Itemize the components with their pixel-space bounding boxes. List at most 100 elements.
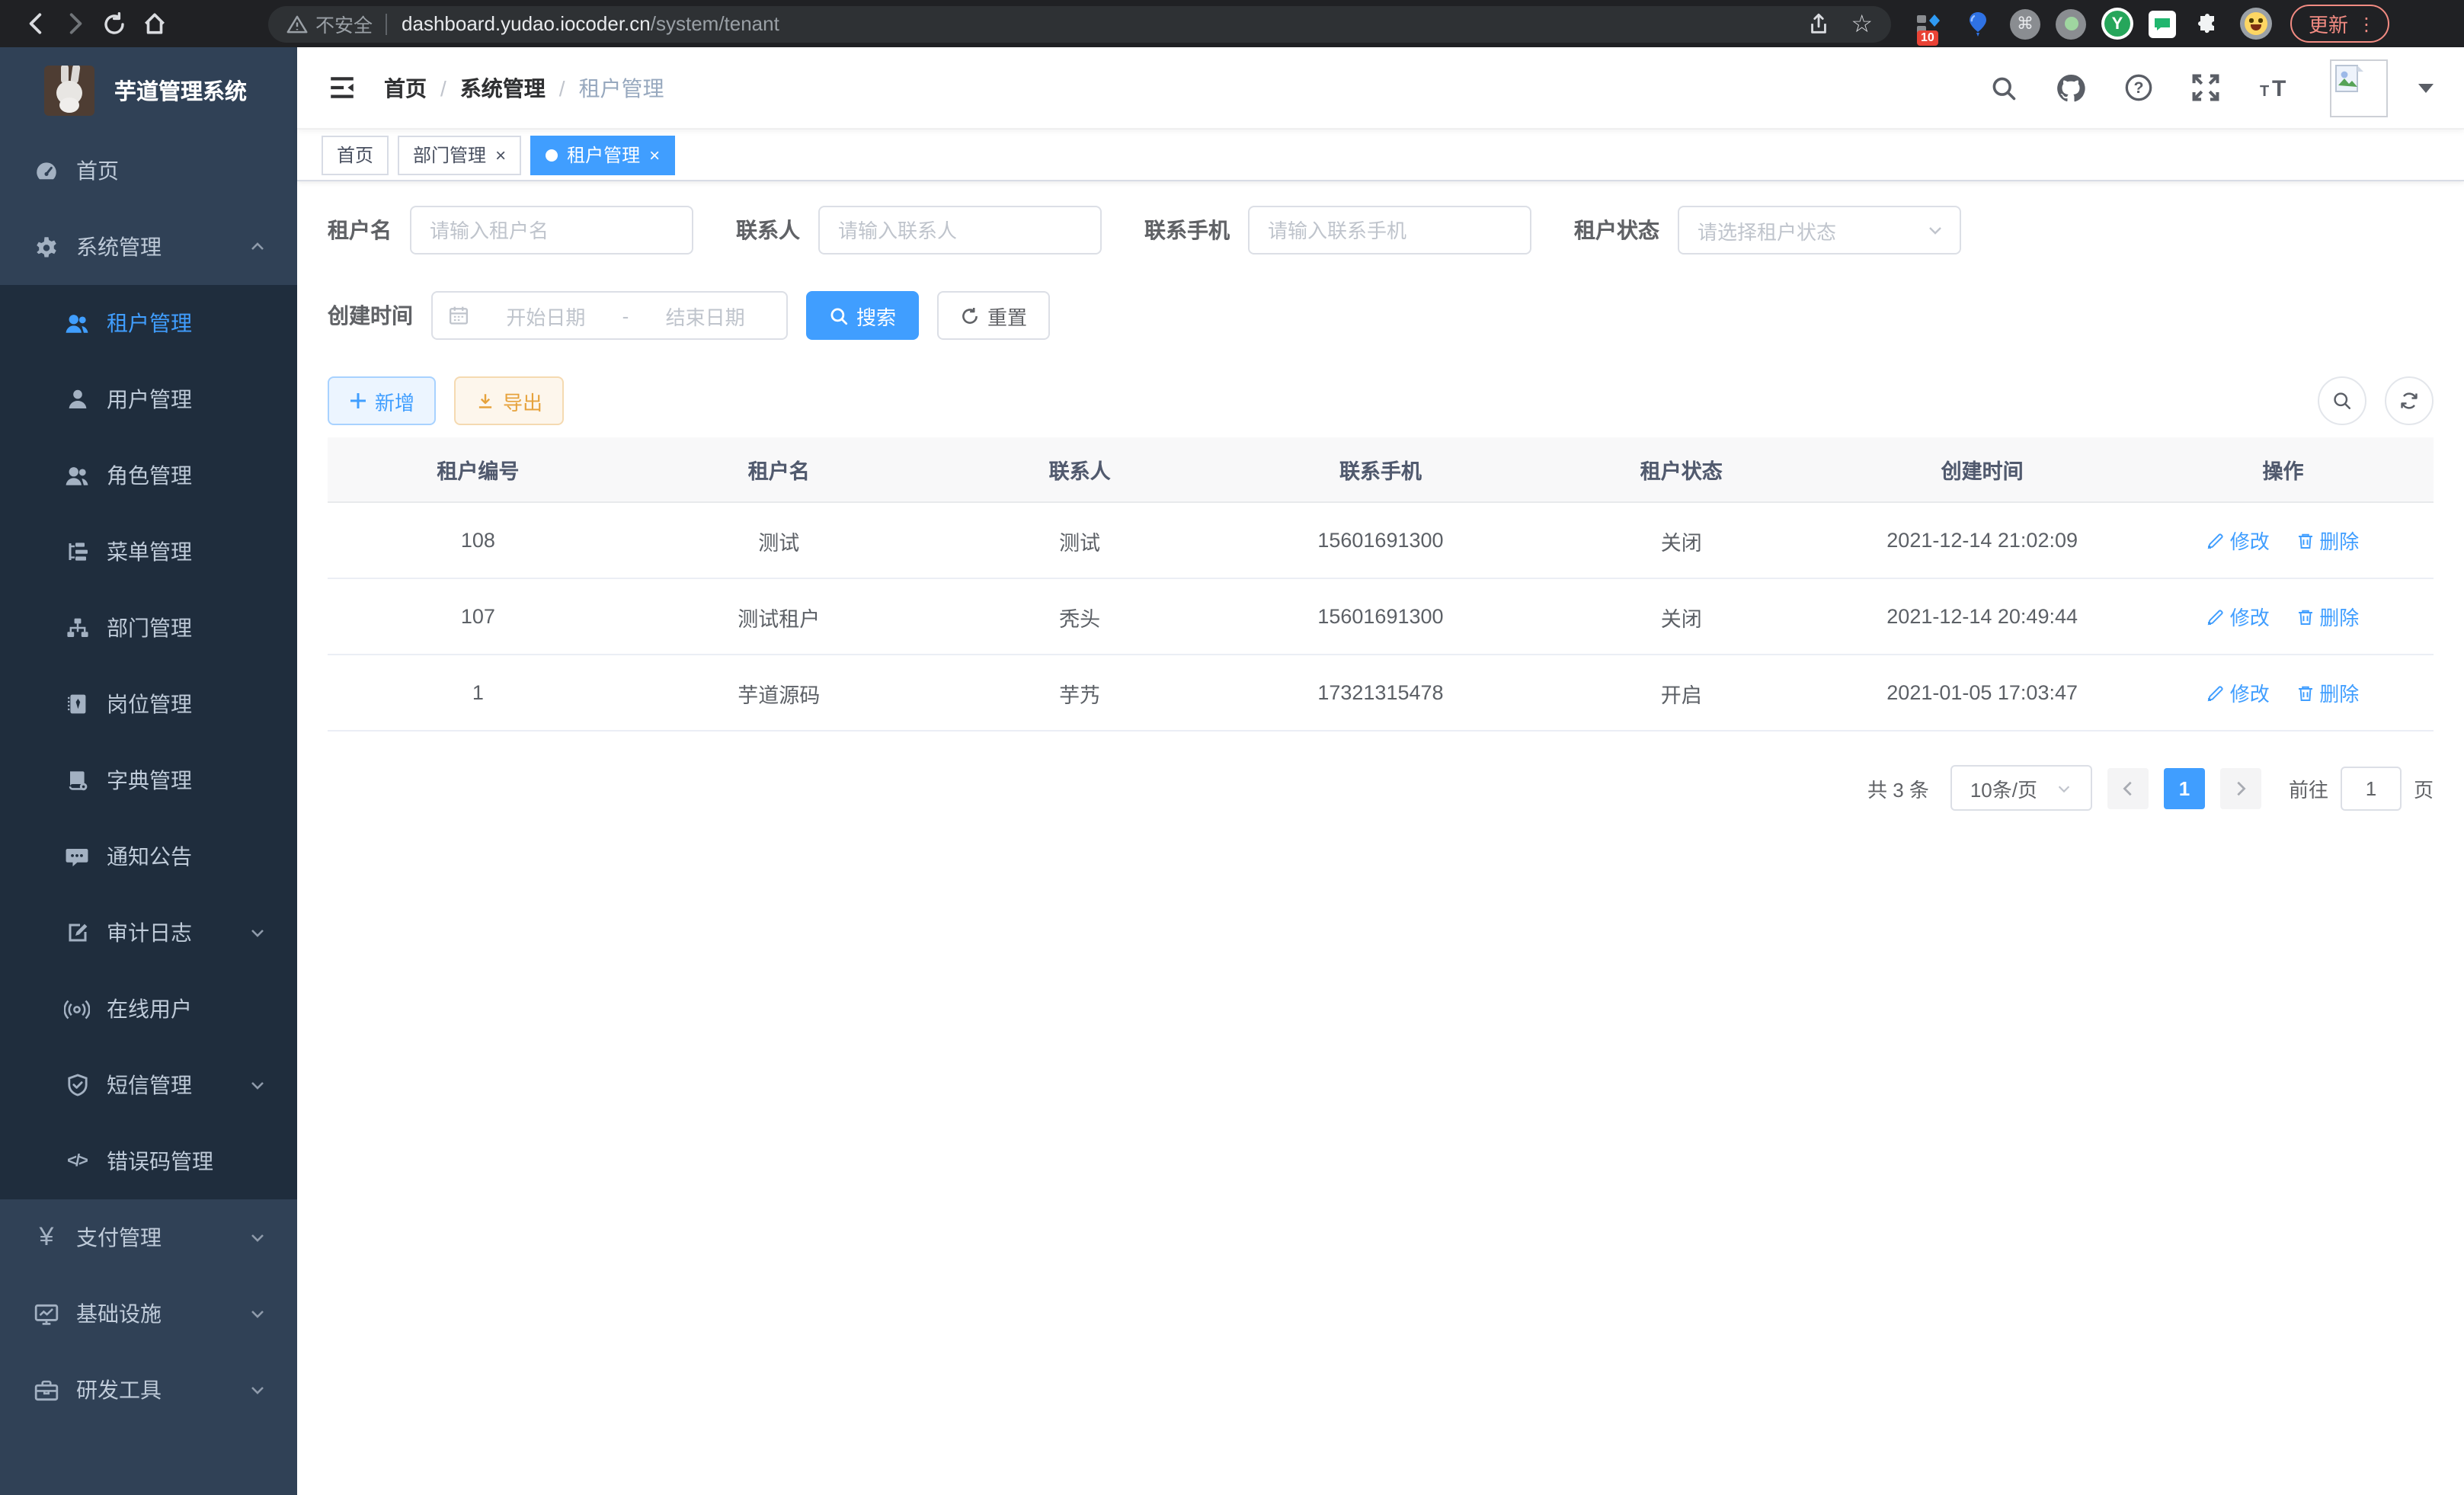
org-tree-icon — [64, 615, 90, 641]
sidebar-item-notice[interactable]: 通知公告 — [0, 818, 297, 895]
sidebar-item-audit-log[interactable]: 审计日志 — [0, 895, 297, 971]
browser-menu-icon[interactable]: ⋮ — [2357, 13, 2376, 34]
mobile-label: 联系手机 — [1144, 215, 1230, 245]
edit-log-icon — [64, 920, 90, 946]
contact-label: 联系人 — [736, 215, 800, 245]
edit-link[interactable]: 修改 — [2207, 678, 2270, 707]
help-icon[interactable]: ? — [2124, 73, 2153, 102]
bookmark-star-icon[interactable]: ☆ — [1851, 8, 1873, 39]
browser-update-button[interactable]: 更新 ⋮ — [2290, 5, 2389, 43]
sidebar-item-dept[interactable]: 部门管理 — [0, 590, 297, 666]
active-dot — [546, 149, 558, 161]
url-host: dashboard.yudao.iocoder.cn — [402, 12, 651, 35]
home-icon[interactable] — [134, 4, 174, 43]
table-refresh-icon[interactable] — [2385, 376, 2434, 425]
contact-input[interactable] — [818, 206, 1102, 255]
reload-icon[interactable] — [94, 4, 134, 43]
table-header-row: 租户编号 租户名 联系人 联系手机 租户状态 创建时间 操作 — [328, 437, 2434, 502]
tab-home[interactable]: 首页 — [322, 135, 389, 174]
search-button[interactable]: 搜索 — [806, 291, 919, 340]
next-page-button[interactable] — [2220, 767, 2261, 808]
sidebar-item-user[interactable]: 用户管理 — [0, 361, 297, 437]
close-icon[interactable]: × — [649, 146, 660, 164]
close-icon[interactable]: × — [495, 146, 506, 164]
reset-button[interactable]: 重置 — [937, 291, 1050, 340]
extension-record-icon[interactable] — [2056, 8, 2086, 39]
add-button[interactable]: 新增 — [328, 376, 436, 425]
table-search-toggle-icon[interactable] — [2318, 376, 2366, 425]
goto-page-input[interactable] — [2341, 766, 2402, 810]
security-label[interactable]: 不安全 — [315, 9, 373, 38]
search-button-label: 搜索 — [856, 301, 896, 330]
fullscreen-icon[interactable] — [2191, 73, 2220, 102]
sidebar-item-pay[interactable]: ¥ 支付管理 — [0, 1199, 297, 1276]
avatar[interactable] — [2330, 59, 2388, 117]
edit-label: 修改 — [2230, 678, 2270, 707]
sidebar-item-infra[interactable]: 基础设施 — [0, 1276, 297, 1352]
delete-link[interactable]: 删除 — [2296, 602, 2359, 631]
sidebar-item-system[interactable]: 系统管理 — [0, 209, 297, 285]
cell-mobile: 15601691300 — [1230, 578, 1531, 655]
sidebar-item-menu[interactable]: 菜单管理 — [0, 514, 297, 590]
share-icon[interactable] — [1806, 11, 1829, 36]
sidebar-item-devtools[interactable]: 研发工具 — [0, 1352, 297, 1428]
breadcrumb-section[interactable]: 系统管理 — [460, 72, 546, 103]
chevron-down-icon — [248, 924, 267, 942]
sidebar-item-error-code[interactable]: </> 错误码管理 — [0, 1123, 297, 1199]
extension-puzzle-icon[interactable] — [2191, 7, 2225, 40]
delete-label: 删除 — [2319, 526, 2359, 555]
date-end-placeholder: 结束日期 — [639, 301, 771, 330]
extension-tabs-icon[interactable]: 10 — [1912, 7, 1946, 40]
sidebar-item-dict[interactable]: 字典管理 — [0, 742, 297, 818]
chevron-down-icon — [248, 1381, 267, 1399]
extension-command-icon[interactable]: ⌘ — [2010, 8, 2040, 39]
edit-label: 修改 — [2230, 602, 2270, 631]
font-size-icon[interactable]: TT — [2258, 74, 2292, 101]
page-size-select[interactable]: 10条/页 — [1950, 765, 2092, 811]
extension-emoji-icon[interactable] — [2240, 8, 2272, 40]
github-icon[interactable] — [2056, 72, 2086, 103]
tab-dept[interactable]: 部门管理× — [398, 135, 521, 174]
avatar-caret-icon[interactable] — [2418, 83, 2434, 92]
pagination-total: 共 3 条 — [1867, 773, 1929, 802]
message-icon — [64, 844, 90, 869]
edit-link[interactable]: 修改 — [2207, 526, 2270, 555]
sidebar-logo[interactable]: 芋道管理系统 — [0, 47, 297, 133]
page-size-value: 10条/页 — [1970, 773, 2037, 802]
header-search-icon[interactable] — [1990, 74, 2018, 101]
svg-text:?: ? — [2133, 78, 2143, 97]
delete-link[interactable]: 删除 — [2296, 678, 2359, 707]
tenant-name-input[interactable] — [410, 206, 693, 255]
extension-balloon-icon[interactable] — [1961, 7, 1995, 40]
extension-y-icon[interactable]: Y — [2101, 8, 2133, 40]
sidebar-item-sms[interactable]: 短信管理 — [0, 1047, 297, 1123]
current-page-button[interactable]: 1 — [2164, 767, 2205, 808]
address-bar[interactable]: 不安全 dashboard.yudao.iocoder.cn/system/te… — [268, 5, 1891, 42]
sidebar-item-home[interactable]: 首页 — [0, 133, 297, 209]
sidebar-item-tenant[interactable]: 租户管理 — [0, 285, 297, 361]
date-range-picker[interactable]: 开始日期 - 结束日期 — [431, 291, 788, 340]
status-select[interactable]: 请选择租户状态 — [1678, 206, 1961, 255]
sidebar-item-online-users[interactable]: 在线用户 — [0, 971, 297, 1047]
breadcrumb-home[interactable]: 首页 — [384, 72, 427, 103]
prev-page-button[interactable] — [2107, 767, 2149, 808]
menu-fold-icon[interactable] — [328, 73, 357, 102]
toolbox-icon — [34, 1377, 59, 1403]
extension-chat-icon[interactable] — [2149, 10, 2176, 37]
col-actions: 操作 — [2133, 437, 2434, 502]
mobile-input[interactable] — [1248, 206, 1531, 255]
delete-link[interactable]: 删除 — [2296, 526, 2359, 555]
export-button-label: 导出 — [503, 386, 542, 415]
divider — [385, 13, 386, 34]
broadcast-icon — [64, 996, 90, 1022]
back-icon[interactable] — [15, 4, 55, 43]
export-button[interactable]: 导出 — [454, 376, 564, 425]
browser-toolbar: 不安全 dashboard.yudao.iocoder.cn/system/te… — [0, 0, 2464, 47]
edit-link[interactable]: 修改 — [2207, 602, 2270, 631]
page-unit-label: 页 — [2414, 773, 2434, 802]
sidebar-item-post[interactable]: 岗位管理 — [0, 666, 297, 742]
forward-icon[interactable] — [55, 4, 94, 43]
sidebar-item-role[interactable]: 角色管理 — [0, 437, 297, 514]
tab-tenant[interactable]: 租户管理× — [530, 135, 675, 174]
users-icon — [64, 310, 90, 336]
